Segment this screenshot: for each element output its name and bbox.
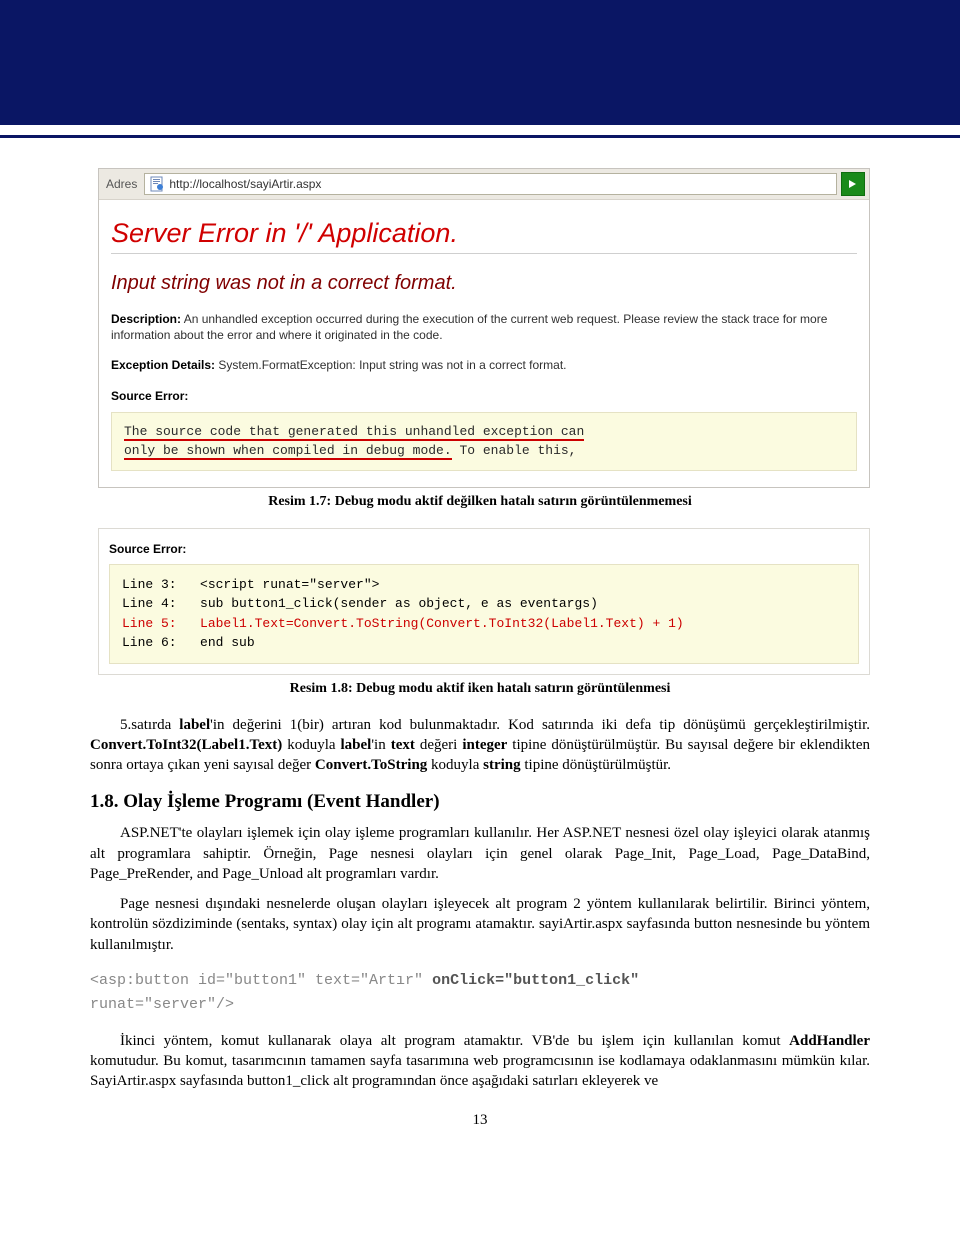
go-button[interactable] [841,172,865,196]
inline-code-snippet: <asp:button id="button1" text="Artır" on… [90,969,870,1017]
figure-caption-1: Resim 1.7: Debug modu aktif değilken hat… [90,494,870,510]
screenshot-source-lines: Source Error: Line 3: <script runat="ser… [98,528,870,674]
screenshot-error-page: Adres http://localhost/sayiArtir.aspx Se… [98,168,870,488]
address-label: Adres [103,177,140,191]
figure-caption-2: Resim 1.8: Debug modu aktif iken hatalı … [90,681,870,697]
paragraph-4: İkinci yöntem, komut kullanarak olaya al… [90,1031,870,1092]
error-subtitle: Input string was not in a correct format… [111,272,857,295]
description-line: Description: An unhandled exception occu… [111,311,857,343]
section-heading: 1.8. Olay İşleme Programı (Event Handler… [90,791,870,813]
url-text: http://localhost/sayiArtir.aspx [169,177,321,191]
page-number: 13 [90,1112,870,1129]
header-band [0,0,960,125]
paragraph-3: Page nesnesi dışındaki nesnelerde oluşan… [90,894,870,955]
address-bar: Adres http://localhost/sayiArtir.aspx [99,169,869,200]
page-icon [149,176,165,192]
source-error-label: Source Error: [111,388,857,404]
source-lines-box: Line 3: <script runat="server"> Line 4: … [109,564,859,664]
exception-line: Exception Details: System.FormatExceptio… [111,357,857,373]
source-code-box: The source code that generated this unha… [111,412,857,472]
source-error-label-2: Source Error: [99,533,869,557]
paragraph-1: 5.satırda label'in değerini 1(bir) artır… [90,715,870,776]
page-body: Adres http://localhost/sayiArtir.aspx Se… [90,138,870,1159]
url-field[interactable]: http://localhost/sayiArtir.aspx [144,173,837,195]
error-title: Server Error in '/' Application. [111,218,857,249]
paragraph-2: ASP.NET'te olayları işlemek için olay iş… [90,823,870,884]
